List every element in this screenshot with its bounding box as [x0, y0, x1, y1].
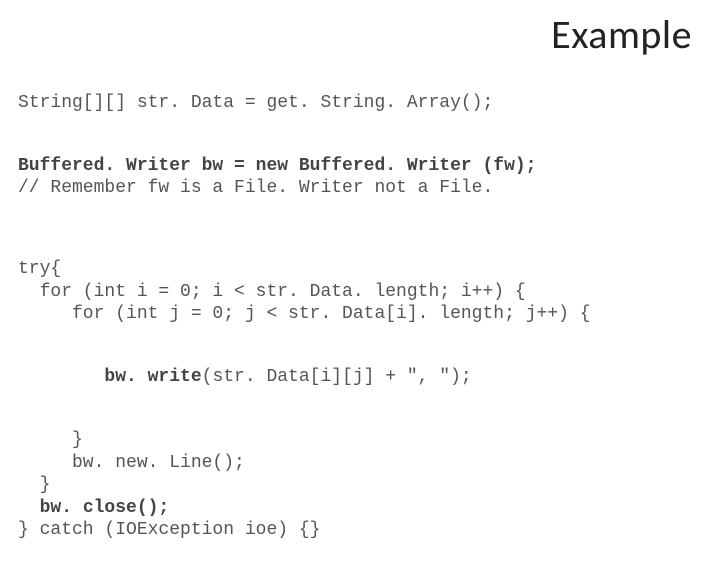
code-line: } catch (IOException ioe) {} — [18, 520, 320, 540]
code-line: String[][] str. Data = get. String. Arra… — [18, 93, 493, 113]
indent — [18, 498, 40, 518]
blank-line — [18, 200, 702, 236]
code-line: for (int i = 0; i < str. Data. length; i… — [18, 282, 526, 302]
code-line: bw. write(str. Data[i][j] + ", "); — [18, 367, 472, 387]
slide-container: Example String[][] str. Data = get. Stri… — [0, 0, 720, 540]
code-line: // Remember fw is a File. Writer not a F… — [18, 178, 493, 198]
code-line-bold: Buffered. Writer bw = new Buffered. Writ… — [18, 156, 536, 176]
code-line: } — [18, 430, 83, 450]
code-line: } — [18, 475, 50, 495]
code-line: try{ — [18, 259, 61, 279]
slide-title: Example — [18, 10, 692, 59]
code-line: bw. new. Line(); — [18, 453, 245, 473]
code-block: String[][] str. Data = get. String. Arra… — [18, 69, 702, 564]
blank-line — [18, 114, 702, 132]
code-bold-frag: bw. close(); — [40, 498, 170, 518]
blank-line — [18, 326, 702, 344]
indent — [18, 367, 104, 387]
code-line: bw. close(); — [18, 498, 169, 518]
code-bold-frag: bw. write — [104, 367, 201, 387]
blank-line — [18, 389, 702, 407]
code-line: for (int j = 0; j < str. Data[i]. length… — [18, 304, 591, 324]
code-frag: (str. Data[i][j] + ", "); — [202, 367, 472, 387]
